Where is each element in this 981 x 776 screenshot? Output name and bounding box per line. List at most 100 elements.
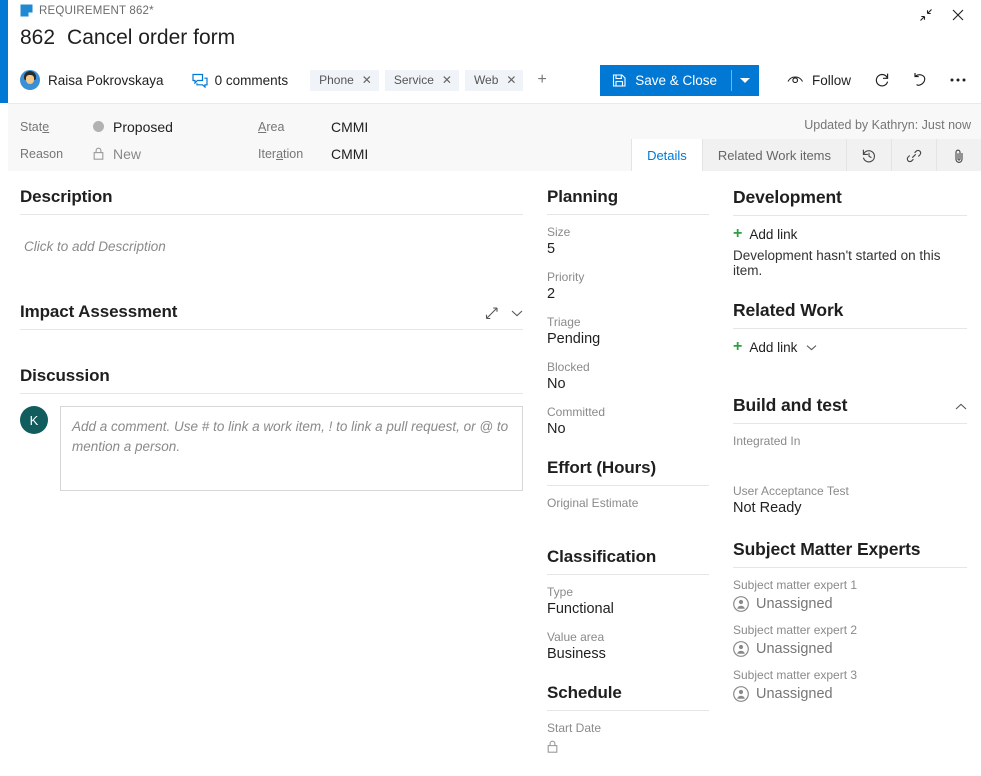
tab-related-work-items[interactable]: Related Work items xyxy=(702,139,846,172)
field-type: Type Functional xyxy=(547,585,709,620)
field-value[interactable]: 5 xyxy=(547,241,709,260)
core-fields-grid: State Proposed Area CMMI Reason New Iter xyxy=(20,113,368,167)
expand-icon[interactable] xyxy=(485,306,499,320)
plus-icon: + xyxy=(733,339,742,355)
field-value[interactable]: 2 xyxy=(547,286,709,305)
field-value[interactable]: Unassigned xyxy=(733,594,967,613)
field-subject-matter-expert-2: Subject matter expert 2 Unassigned xyxy=(733,623,967,658)
save-and-close-button[interactable]: Save & Close xyxy=(600,65,731,96)
description-input[interactable]: Click to add Description xyxy=(20,225,523,254)
divider xyxy=(547,214,709,215)
tag-label: Web xyxy=(474,73,498,87)
follow-label: Follow xyxy=(812,73,851,88)
assigned-to-field[interactable]: Raisa Pokrovskaya xyxy=(20,70,178,90)
divider xyxy=(547,574,709,575)
field-label: Blocked xyxy=(547,360,709,374)
field-value[interactable]: Functional xyxy=(547,601,709,620)
field-value[interactable]: Not Ready xyxy=(733,500,967,519)
header-action-bar: Save & Close Follow xyxy=(600,64,973,96)
effort-title: Effort (Hours) xyxy=(547,458,709,485)
tag-label: Service xyxy=(394,73,434,87)
planning-section: Planning Size 5 Priority 2 Triage Pendin… xyxy=(547,187,709,440)
field-label: Integrated In xyxy=(733,434,967,448)
iteration-value[interactable]: CMMI xyxy=(331,146,368,162)
tab-history[interactable] xyxy=(846,139,891,172)
field-value[interactable] xyxy=(547,512,709,529)
refresh-button[interactable] xyxy=(867,65,897,96)
field-label: Original Estimate xyxy=(547,496,709,510)
field-integrated-in: Integrated In xyxy=(733,434,967,467)
chevron-down-icon[interactable] xyxy=(511,309,523,317)
impact-assessment-controls xyxy=(485,306,523,325)
comment-input[interactable]: Add a comment. Use # to link a work item… xyxy=(60,406,523,491)
field-subject-matter-expert-1: Subject matter expert 1 Unassigned xyxy=(733,578,967,613)
state-value[interactable]: Proposed xyxy=(93,119,258,135)
tag-remove-icon[interactable]: ✕ xyxy=(361,74,373,86)
tag-item[interactable]: Service ✕ xyxy=(385,70,459,91)
history-icon xyxy=(861,148,877,164)
field-label: User Acceptance Test xyxy=(733,484,967,498)
field-value[interactable]: No xyxy=(547,421,709,440)
field-value-area: Value area Business xyxy=(547,630,709,665)
tab-details-label: Details xyxy=(647,148,687,163)
attachments-icon xyxy=(951,148,967,164)
related-work-add-link-button[interactable]: + Add link xyxy=(733,339,967,355)
tab-attachments[interactable] xyxy=(936,139,981,172)
tab-links[interactable] xyxy=(891,139,936,172)
field-label: Subject matter expert 1 xyxy=(733,578,967,592)
field-value[interactable] xyxy=(733,450,967,467)
avatar: K xyxy=(20,406,48,434)
undo-button[interactable] xyxy=(905,65,935,96)
work-item-title[interactable]: Cancel order form xyxy=(67,26,235,50)
field-label: Size xyxy=(547,225,709,239)
save-options-dropdown[interactable] xyxy=(732,65,759,96)
save-and-close-split-button[interactable]: Save & Close xyxy=(600,65,759,96)
schedule-section: Schedule Start Date xyxy=(547,683,709,756)
discussion-composer: K Add a comment. Use # to link a work it… xyxy=(20,406,523,491)
chevron-down-icon[interactable] xyxy=(806,344,817,351)
reason-text: New xyxy=(113,146,141,162)
comments-link[interactable]: 0 comments xyxy=(192,73,289,88)
tag-remove-icon[interactable]: ✕ xyxy=(441,74,453,86)
field-label: Start Date xyxy=(547,721,709,735)
tab-details[interactable]: Details xyxy=(631,139,702,172)
chevron-up-icon[interactable] xyxy=(955,403,967,411)
field-value[interactable]: Unassigned xyxy=(733,639,967,658)
related-work-add-link-label: Add link xyxy=(749,340,797,355)
impact-assessment-title: Impact Assessment xyxy=(20,302,177,329)
state-label: State xyxy=(20,120,93,134)
tag-item[interactable]: Phone ✕ xyxy=(310,70,379,91)
restore-button[interactable] xyxy=(911,2,941,28)
tag-remove-icon[interactable]: ✕ xyxy=(505,74,517,86)
comments-count-label: 0 comments xyxy=(215,73,289,88)
schedule-title: Schedule xyxy=(547,683,709,710)
save-icon xyxy=(612,73,627,88)
area-value[interactable]: CMMI xyxy=(331,119,368,135)
state-dot-icon xyxy=(93,121,104,132)
field-value[interactable]: Business xyxy=(547,646,709,665)
area-text: CMMI xyxy=(331,119,368,135)
work-item-body: Description Click to add Description Imp… xyxy=(8,171,981,776)
field-value[interactable]: No xyxy=(547,376,709,395)
column-development: Development + Add link Development hasn'… xyxy=(721,171,981,776)
field-subject-matter-expert-3: Subject matter expert 3 Unassigned xyxy=(733,668,967,703)
field-label: Type xyxy=(547,585,709,599)
updated-by-label: Updated by Kathryn: Just now xyxy=(804,118,971,132)
work-item-id: 862 xyxy=(20,26,55,50)
details-tabstrip: Details Related Work items xyxy=(631,139,981,172)
build-and-test-controls xyxy=(955,403,967,416)
field-label: Triage xyxy=(547,315,709,329)
close-button[interactable] xyxy=(943,2,973,28)
tab-related-work-items-label: Related Work items xyxy=(718,148,831,163)
follow-button[interactable]: Follow xyxy=(779,65,859,96)
field-label: Committed xyxy=(547,405,709,419)
classification-section: Classification Type Functional Value are… xyxy=(547,547,709,665)
development-add-link-button[interactable]: + Add link xyxy=(733,226,967,242)
add-tag-button[interactable]: + xyxy=(529,72,554,88)
person-icon xyxy=(733,641,749,657)
field-value[interactable]: Pending xyxy=(547,331,709,350)
field-blocked: Blocked No xyxy=(547,360,709,395)
field-value[interactable]: Unassigned xyxy=(733,684,967,703)
tag-item[interactable]: Web ✕ xyxy=(465,70,524,91)
more-actions-button[interactable] xyxy=(943,65,973,96)
